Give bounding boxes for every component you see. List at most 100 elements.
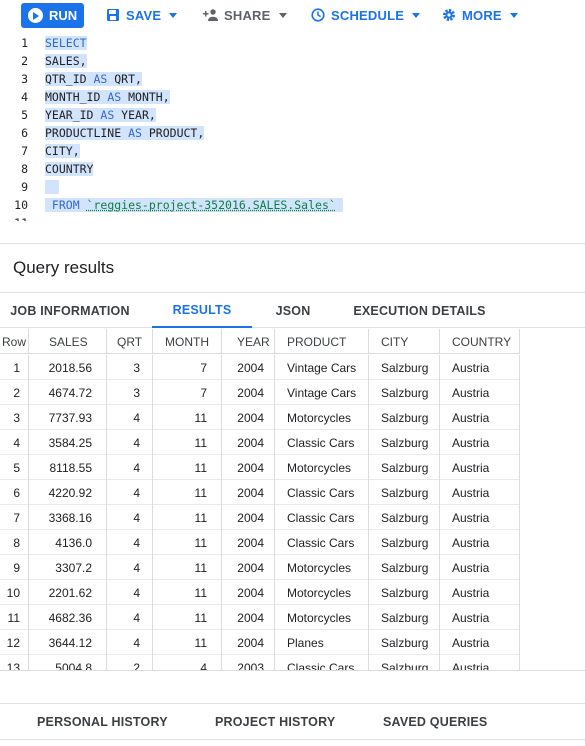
table-cell: 4 <box>153 655 222 670</box>
column-header[interactable]: PRODUCT <box>275 329 369 354</box>
tab-json[interactable]: JSON <box>262 293 324 328</box>
line-number: 5 <box>21 108 28 122</box>
code-line[interactable]: 6 PRODUCTLINE AS PRODUCT, <box>0 124 585 142</box>
table-cell: 11 <box>153 555 222 580</box>
code-text: COUNTRY <box>45 162 94 176</box>
code-line[interactable]: 9 <box>0 178 585 196</box>
table-row[interactable]: 9 3307.2 4 11 2004 Motorcycles Salzburg Austria <box>0 555 520 580</box>
line-number: 3 <box>21 72 28 86</box>
table-row[interactable]: 10 2201.62 4 11 2004 Motorcycles Salzburg Austr… <box>0 580 520 605</box>
run-button[interactable]: RUN <box>21 3 84 28</box>
table-cell: 2004 <box>222 455 275 480</box>
tab-results[interactable]: RESULTS <box>152 293 252 328</box>
code-line[interactable]: 2 SALES, <box>0 52 585 70</box>
sql-token: MONTH, <box>121 90 170 104</box>
sql-token: QRT, <box>107 72 142 86</box>
table-cell: Austria <box>440 355 520 380</box>
table-cell: 4 <box>107 430 153 455</box>
tab-execution-details[interactable]: EXECUTION DETAILS <box>342 293 497 328</box>
sql-keyword: AS <box>128 126 142 140</box>
sql-keyword: AS <box>100 108 115 122</box>
tab-project-history[interactable]: PROJECT HISTORY <box>215 715 335 729</box>
table-row[interactable]: 1 2018.56 3 7 2004 Vintage Cars Salzburg Austri… <box>0 355 520 380</box>
code-line[interactable]: 11 <box>0 214 585 221</box>
code-line[interactable]: 3 QTR_ID AS QRT, <box>0 70 585 88</box>
row-number: 4 <box>0 430 29 455</box>
sql-editor[interactable]: 1 SELECT 2 SALES, 3 QTR_ID AS QRT, 4 MONTH_ID A… <box>0 33 585 221</box>
column-header[interactable]: YEAR <box>222 329 275 354</box>
code-text: SELECT <box>45 36 87 50</box>
code-text: PRODUCTLINE AS PRODUCT, <box>45 126 205 140</box>
chevron-down-icon <box>278 12 287 18</box>
table-cell: 11 <box>153 480 222 505</box>
results-tabs: JOB INFORMATION RESULTS JSON EXECUTION D… <box>0 292 585 328</box>
table-cell: 4 <box>107 480 153 505</box>
code-line[interactable]: 10 FROM `reggies-project-352016.SALES.Sa… <box>0 196 585 214</box>
sql-token: PRODUCTLINE <box>45 126 129 140</box>
clock-icon <box>311 8 325 22</box>
table-row[interactable]: 2 4674.72 3 7 2004 Vintage Cars Salzburg Austri… <box>0 380 520 405</box>
chevron-down-icon <box>169 12 178 18</box>
column-header[interactable]: MONTH <box>153 329 222 354</box>
table-cell: 3584.25 <box>29 430 107 455</box>
table-cell: Classic Cars <box>275 530 369 555</box>
save-icon <box>106 8 120 22</box>
code-line[interactable]: 7 CITY, <box>0 142 585 160</box>
column-header[interactable]: QRT <box>107 329 153 354</box>
table-cell: Salzburg <box>369 580 440 605</box>
share-button[interactable]: SHARE <box>202 6 287 24</box>
table-row[interactable]: 4 3584.25 4 11 2004 Classic Cars Salzburg Austr… <box>0 430 520 455</box>
column-header[interactable]: SALES <box>29 329 107 354</box>
table-row[interactable]: 3 7737.93 4 11 2004 Motorcycles Salzburg Austri… <box>0 405 520 430</box>
column-header[interactable]: COUNTRY <box>440 329 520 354</box>
code-line[interactable]: 4 MONTH_ID AS MONTH, <box>0 88 585 106</box>
table-cell: 11 <box>153 505 222 530</box>
line-number: 4 <box>21 90 28 104</box>
table-cell: 2004 <box>222 480 275 505</box>
table-cell: 2201.62 <box>29 580 107 605</box>
tab-personal-history[interactable]: PERSONAL HISTORY <box>37 715 168 729</box>
table-cell: 3307.2 <box>29 555 107 580</box>
line-number: 10 <box>14 198 28 212</box>
add-person-icon <box>202 8 218 22</box>
row-number: 7 <box>0 505 29 530</box>
chevron-down-icon <box>509 12 518 18</box>
table-row[interactable]: 13 5004.8 2 4 2003 Classic Cars Salzburg Austri… <box>0 655 520 670</box>
table-cell: 3 <box>107 380 153 405</box>
table-row[interactable]: 5 8118.55 4 11 2004 Motorcycles Salzburg Austri… <box>0 455 520 480</box>
table-cell: Austria <box>440 630 520 655</box>
table-cell: Motorcycles <box>275 555 369 580</box>
table-cell: 11 <box>153 605 222 630</box>
tab-job-information[interactable]: JOB INFORMATION <box>0 293 140 328</box>
table-cell: Salzburg <box>369 530 440 555</box>
save-button[interactable]: SAVE <box>106 6 178 24</box>
run-label: RUN <box>49 8 78 23</box>
row-number: 10 <box>0 580 29 605</box>
code-line[interactable]: 1 SELECT <box>0 34 585 52</box>
results-table[interactable]: Row SALES QRT MONTH YEAR PRODUCT CITY COUNTRY 1 2… <box>0 329 585 670</box>
table-cell: Salzburg <box>369 555 440 580</box>
table-row[interactable]: 6 4220.92 4 11 2004 Classic Cars Salzburg Austr… <box>0 480 520 505</box>
table-row[interactable]: 8 4136.0 4 11 2004 Classic Cars Salzburg Austri… <box>0 530 520 555</box>
more-button[interactable]: MORE <box>442 6 518 24</box>
row-number: 12 <box>0 630 29 655</box>
table-row[interactable]: 11 4682.36 4 11 2004 Motorcycles Salzburg Austr… <box>0 605 520 630</box>
code-line[interactable]: 5 YEAR_ID AS YEAR, <box>0 106 585 124</box>
table-cell: Classic Cars <box>275 505 369 530</box>
column-header[interactable]: Row <box>0 329 29 354</box>
table-row[interactable]: 12 3644.12 4 11 2004 Planes Salzburg Austria <box>0 630 520 655</box>
table-cell: Motorcycles <box>275 580 369 605</box>
code-line[interactable]: 8 COUNTRY <box>0 160 585 178</box>
table-cell: Austria <box>440 480 520 505</box>
table-cell: 2004 <box>222 430 275 455</box>
table-row[interactable]: 7 3368.16 4 11 2004 Classic Cars Salzburg Austr… <box>0 505 520 530</box>
table-cell: 4 <box>107 555 153 580</box>
schedule-button[interactable]: SCHEDULE <box>311 6 421 24</box>
tab-saved-queries[interactable]: SAVED QUERIES <box>383 715 487 729</box>
table-cell: 7 <box>153 355 222 380</box>
row-number: 9 <box>0 555 29 580</box>
table-cell: Salzburg <box>369 505 440 530</box>
column-header[interactable]: CITY <box>369 329 440 354</box>
table-cell: 2 <box>107 655 153 670</box>
